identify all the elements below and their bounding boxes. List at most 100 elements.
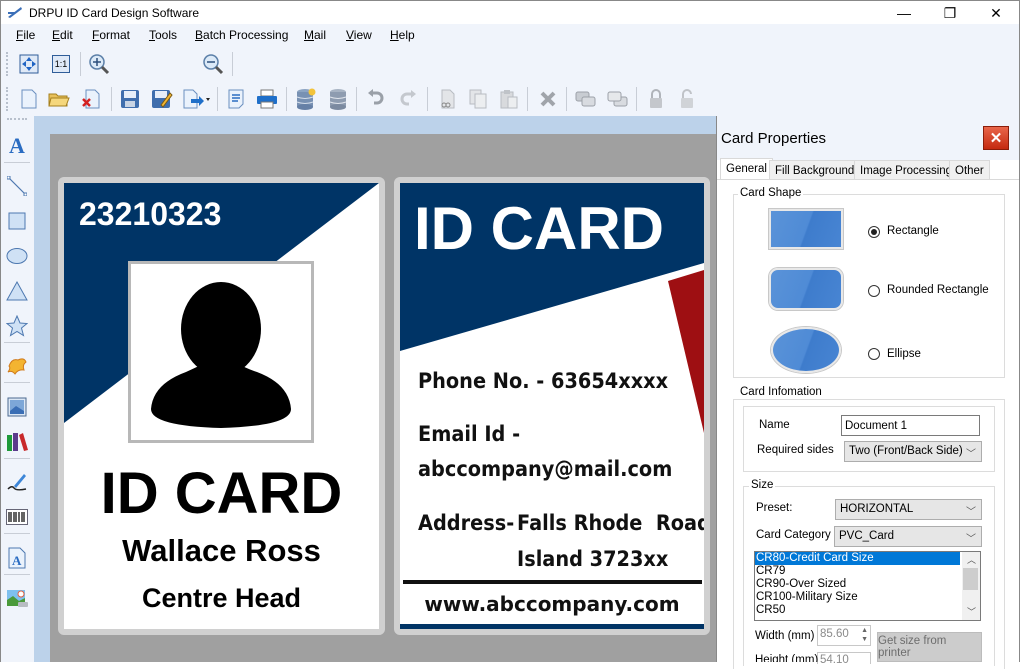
- rectangle-tool-button[interactable]: [5, 209, 29, 233]
- menu-file[interactable]: File: [16, 28, 35, 42]
- triangle-tool-icon: [6, 281, 28, 301]
- maximize-button[interactable]: ❐: [927, 1, 973, 25]
- new-button[interactable]: [17, 87, 41, 111]
- triangle-tool-button[interactable]: [5, 279, 29, 303]
- scrollbar-thumb[interactable]: [963, 568, 978, 590]
- text-tool-button[interactable]: A: [5, 133, 29, 158]
- scroll-up-icon[interactable]: ︿: [967, 553, 976, 566]
- preset-select[interactable]: HORIZONTAL ﹀: [835, 499, 982, 520]
- star-tool-button[interactable]: [5, 314, 29, 338]
- panel-close-button[interactable]: ✕: [983, 126, 1009, 150]
- print-button[interactable]: [255, 87, 279, 111]
- paste-button[interactable]: [497, 87, 521, 111]
- height-spinbox[interactable]: 54.10: [817, 652, 871, 664]
- list-item[interactable]: CR79: [755, 565, 980, 578]
- front-card[interactable]: 23210323 ID CARD Wallace Ross Centre Hea…: [58, 177, 385, 635]
- toolbar-separator: [4, 162, 30, 163]
- delete-button[interactable]: [536, 87, 560, 111]
- unlock-button[interactable]: [675, 87, 699, 111]
- lock-button[interactable]: [644, 87, 668, 111]
- undo-button[interactable]: [364, 87, 388, 111]
- rectangle-radio[interactable]: [868, 226, 880, 238]
- tab-fill-background[interactable]: Fill Background: [769, 160, 861, 180]
- bring-to-front-button[interactable]: [574, 87, 598, 111]
- menu-edit[interactable]: Edit: [52, 28, 73, 42]
- tab-image-processing[interactable]: Image Processing: [854, 160, 959, 180]
- copy-button[interactable]: [466, 87, 490, 111]
- card-size-list[interactable]: CR80-Credit Card Size CR79 CR90-Over Siz…: [754, 551, 981, 621]
- rectangle-shape-preview[interactable]: [769, 209, 843, 249]
- signature-tool-button[interactable]: [5, 470, 29, 494]
- rounded-rectangle-shape-preview[interactable]: [769, 268, 843, 310]
- rounded-rectangle-radio[interactable]: [868, 285, 880, 297]
- library-tool-button[interactable]: [5, 430, 29, 454]
- ellipse-radio[interactable]: [868, 348, 880, 360]
- menu-help[interactable]: Help: [390, 28, 415, 42]
- toolbar-grip[interactable]: [7, 118, 27, 120]
- zoom-in-icon: [89, 54, 110, 75]
- card-category-select[interactable]: PVC_Card ﹀: [834, 526, 982, 547]
- list-scrollbar[interactable]: ︿ ﹀: [962, 552, 980, 620]
- save-button[interactable]: [118, 87, 142, 111]
- menu-format[interactable]: Format: [92, 28, 130, 42]
- width-spinbox[interactable]: 85.60 ▲ ▼: [817, 625, 871, 646]
- fit-to-window-button[interactable]: [17, 52, 41, 76]
- actual-size-button[interactable]: 1:1: [49, 52, 73, 76]
- ellipse-shape-preview[interactable]: [771, 327, 841, 373]
- toolbar-separator: [527, 87, 528, 111]
- ellipse-tool-button[interactable]: [5, 244, 29, 268]
- list-item[interactable]: CR100-Military Size: [755, 591, 980, 604]
- list-item-selected[interactable]: CR80-Credit Card Size: [755, 552, 960, 565]
- menu-mail[interactable]: Mail: [304, 28, 326, 42]
- photo-frame[interactable]: [128, 261, 314, 443]
- rounded-rectangle-label: Rounded Rectangle: [887, 284, 989, 296]
- required-sides-value: Two (Front/Back Side): [849, 445, 963, 457]
- toolbar-separator: [111, 87, 112, 111]
- address-line2: Island 3723xx: [517, 547, 669, 571]
- spin-arrows-icon[interactable]: ▲ ▼: [861, 626, 868, 644]
- id-number: 23210323: [79, 196, 222, 232]
- database-add-button[interactable]: [294, 87, 318, 111]
- minimize-button[interactable]: —: [881, 1, 927, 25]
- bring-front-icon: [575, 91, 596, 107]
- cut-button[interactable]: [435, 87, 459, 111]
- send-to-back-button[interactable]: [606, 87, 630, 111]
- scroll-down-icon[interactable]: ﹀: [967, 605, 976, 618]
- ellipse-label: Ellipse: [887, 348, 921, 360]
- back-bottom-strip: [400, 624, 704, 629]
- barcode-tool-button[interactable]: [5, 505, 29, 529]
- zoom-out-button[interactable]: [201, 52, 225, 76]
- close-window-button[interactable]: ✕: [973, 1, 1019, 25]
- line-tool-icon: [7, 176, 27, 196]
- symbol-tool-button[interactable]: [5, 354, 29, 378]
- line-tool-button[interactable]: [5, 174, 29, 198]
- toolbar-grip[interactable]: [6, 52, 9, 76]
- save-as-button[interactable]: [150, 87, 174, 111]
- image-tool-button[interactable]: [5, 395, 29, 419]
- menu-view[interactable]: View: [346, 28, 372, 42]
- card-name-input[interactable]: [841, 415, 980, 436]
- menu-tools[interactable]: Tools: [149, 28, 177, 42]
- back-card[interactable]: ID CARD Phone No. - 63654xxxx Email Id -…: [394, 177, 710, 635]
- watermark-tool-icon: A: [8, 547, 26, 569]
- close-document-button[interactable]: [79, 87, 103, 111]
- required-sides-select[interactable]: Two (Front/Back Side) ﹀: [844, 441, 982, 462]
- toolbar-separator: [4, 574, 30, 575]
- tab-other[interactable]: Other: [949, 160, 990, 180]
- toolbar-grip[interactable]: [6, 87, 9, 111]
- database-button[interactable]: [326, 87, 350, 111]
- zoom-in-button[interactable]: [87, 52, 111, 76]
- employee-designation: Centre Head: [141, 583, 302, 613]
- open-button[interactable]: [47, 87, 71, 111]
- menu-batch-processing[interactable]: Batch Processing: [195, 28, 288, 42]
- export-button[interactable]: [182, 87, 212, 111]
- watermark-tool-button[interactable]: A: [5, 546, 29, 570]
- picture-tool-button[interactable]: [5, 587, 29, 611]
- print-preview-button[interactable]: [224, 87, 248, 111]
- redo-button[interactable]: [396, 87, 420, 111]
- list-item[interactable]: CR90-Over Sized: [755, 578, 980, 591]
- tab-general[interactable]: General: [720, 158, 773, 180]
- get-size-from-printer-button[interactable]: Get size from printer: [877, 632, 982, 662]
- list-item[interactable]: CR50: [755, 604, 980, 617]
- symbol-tool-icon: [7, 358, 27, 375]
